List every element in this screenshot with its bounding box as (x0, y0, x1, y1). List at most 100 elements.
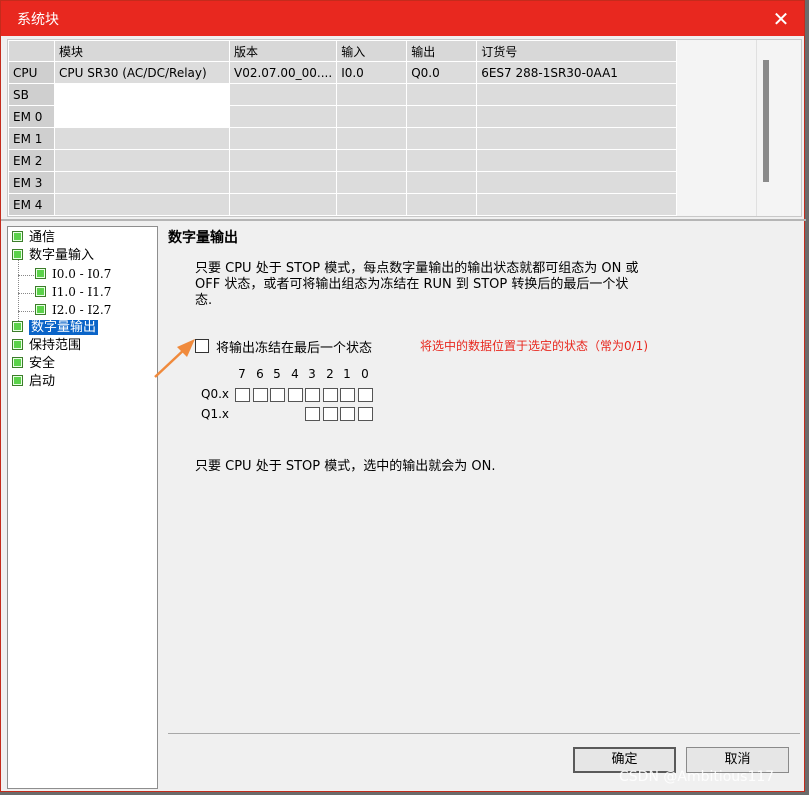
cell-input[interactable] (336, 193, 408, 216)
panel-description-2: 只要 CPU 处于 STOP 模式，选中的输出就会为 ON. (195, 459, 496, 474)
cell-order[interactable] (476, 149, 678, 172)
output-bit-checkbox[interactable] (322, 407, 338, 421)
tree-item-communication[interactable]: 通信 (12, 229, 55, 247)
output-bit-checkbox[interactable] (287, 388, 303, 402)
table-row[interactable]: EM 0 (8, 105, 678, 128)
cell-output[interactable] (406, 105, 478, 128)
cell-output[interactable] (406, 171, 478, 194)
cell-output[interactable] (406, 193, 478, 216)
cell-version[interactable] (228, 105, 338, 128)
freeze-outputs-label: 将输出冻结在最后一个状态 (216, 341, 373, 356)
tree-item-label: I0.0 - I0.7 (52, 267, 112, 281)
cell-output[interactable] (406, 83, 478, 106)
col-header-order[interactable]: 订货号 (476, 40, 678, 62)
output-bit-checkbox[interactable] (340, 388, 355, 402)
cell-input[interactable] (336, 83, 408, 106)
row-header-em2[interactable]: EM 2 (8, 149, 55, 172)
cell-input[interactable] (336, 149, 408, 172)
node-icon (35, 286, 46, 297)
output-bit-checkbox[interactable] (322, 388, 338, 402)
cell-input[interactable] (336, 105, 408, 128)
col-header-input[interactable]: 输入 (336, 40, 408, 62)
cell-version[interactable] (228, 171, 338, 194)
output-bit-checkbox[interactable] (357, 407, 373, 421)
cell-version[interactable] (228, 149, 338, 172)
row-header-em0[interactable]: EM 0 (8, 105, 55, 128)
tree-item-i1[interactable]: I1.0 - I1.7 (35, 283, 111, 301)
panel-description: 只要 CPU 处于 STOP 模式，每点数字量输出的输出状态就都可组态为 ON … (195, 261, 690, 309)
cell-input[interactable] (336, 127, 408, 150)
table-row[interactable]: SB (8, 83, 678, 106)
cell-module[interactable] (54, 127, 230, 150)
col-header-module[interactable]: 模块 (54, 40, 230, 62)
cell-order[interactable] (476, 193, 678, 216)
cell-version[interactable] (228, 193, 338, 216)
cell-input[interactable]: I0.0 (336, 61, 408, 84)
table-row[interactable]: EM 2 (8, 149, 678, 172)
close-icon[interactable]: ✕ (764, 5, 798, 33)
output-bit-checkbox[interactable] (235, 388, 250, 402)
node-icon (12, 249, 23, 260)
cell-output[interactable] (406, 149, 478, 172)
table-row[interactable]: CPU CPU SR30 (AC/DC/Relay) V02.07.00_00.… (8, 61, 678, 84)
cell-input[interactable] (336, 171, 408, 194)
cell-order[interactable] (476, 83, 678, 106)
row-label-q0: Q0.x (201, 387, 229, 401)
bit-number: 1 (343, 367, 351, 381)
grid-scrollbar[interactable] (756, 40, 801, 216)
cell-version[interactable]: V02.07.00_00.... (228, 61, 338, 84)
cell-module[interactable] (54, 149, 230, 172)
cell-version[interactable] (228, 83, 338, 106)
row-header-em3[interactable]: EM 3 (8, 171, 55, 194)
output-bit-checkbox[interactable] (252, 388, 268, 402)
col-header-version[interactable]: 版本 (228, 40, 338, 62)
col-header-output[interactable]: 输出 (406, 40, 478, 62)
output-bit-checkbox[interactable] (340, 407, 355, 421)
cell-module[interactable]: CPU SR30 (AC/DC/Relay) (54, 61, 230, 84)
node-icon (12, 375, 23, 386)
cell-output[interactable]: Q0.0 (406, 61, 478, 84)
node-icon (12, 339, 23, 350)
tree-item-label: 通信 (29, 230, 56, 245)
cell-version[interactable] (228, 127, 338, 150)
table-row[interactable]: EM 4 (8, 193, 678, 216)
output-bit-checkbox[interactable] (305, 407, 320, 421)
scrollbar-thumb[interactable] (763, 60, 769, 182)
cell-module[interactable] (54, 171, 230, 194)
tree-item-i0[interactable]: I0.0 - I0.7 (35, 265, 111, 283)
cell-order[interactable]: 6ES7 288-1SR30-0AA1 (476, 61, 678, 84)
bit-number: 5 (273, 367, 281, 381)
bit-number: 6 (256, 367, 264, 381)
cell-output[interactable] (406, 127, 478, 150)
tree-item-label: 保持范围 (29, 338, 82, 353)
bit-number: 7 (238, 367, 246, 381)
tree-item-digital-output[interactable]: 数字量输出 (12, 319, 99, 337)
tree-item-retentive-ranges[interactable]: 保持范围 (12, 337, 81, 355)
tree-item-label: I1.0 - I1.7 (52, 285, 112, 299)
pane-splitter[interactable] (1, 219, 806, 221)
row-header-em1[interactable]: EM 1 (8, 127, 55, 150)
cell-module[interactable] (54, 83, 230, 106)
output-bit-checkbox[interactable] (357, 388, 373, 402)
row-header-cpu[interactable]: CPU (8, 61, 55, 84)
table-row[interactable]: EM 1 (8, 127, 678, 150)
table-row[interactable]: EM 3 (8, 171, 678, 194)
tree-item-startup[interactable]: 启动 (12, 373, 55, 391)
tree-item-security[interactable]: 安全 (12, 355, 55, 373)
cell-order[interactable] (476, 171, 678, 194)
cell-order[interactable] (476, 105, 678, 128)
row-header-em4[interactable]: EM 4 (8, 193, 55, 216)
tree-item-i2[interactable]: I2.0 - I2.7 (35, 301, 111, 319)
system-block-dialog: 系统块 ✕ 模块 版本 输入 输出 订货号 CPU CPU SR30 (AC/D… (0, 0, 806, 792)
cell-order[interactable] (476, 127, 678, 150)
output-bit-checkbox[interactable] (270, 388, 285, 402)
cell-module[interactable] (54, 105, 230, 128)
tree-item-label: 安全 (29, 356, 56, 371)
tree-item-label: I2.0 - I2.7 (52, 303, 112, 317)
output-bit-checkbox[interactable] (305, 388, 320, 402)
row-header-sb[interactable]: SB (8, 83, 55, 106)
grid-corner (8, 40, 55, 62)
annotation-arrow-icon (154, 339, 195, 378)
tree-item-digital-input[interactable]: 数字量输入 (12, 247, 94, 265)
cell-module[interactable] (54, 193, 230, 216)
